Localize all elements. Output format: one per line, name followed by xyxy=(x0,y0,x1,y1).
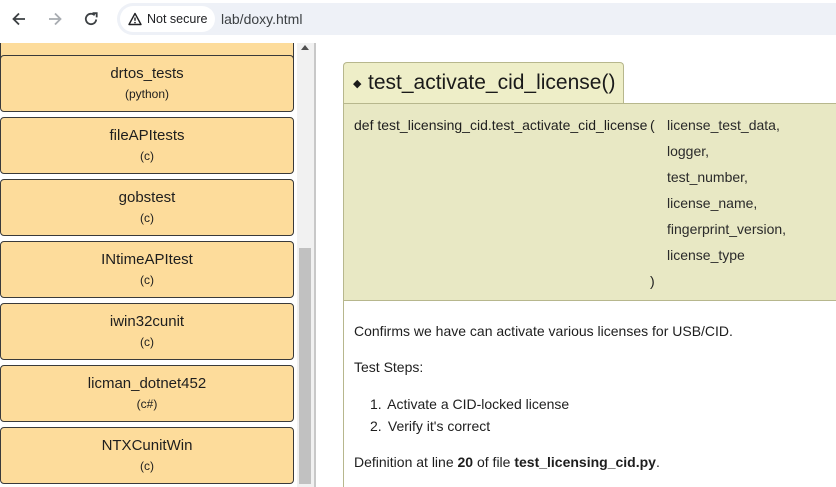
param-license-type: license_type xyxy=(667,247,745,263)
nav-item-name: INtimeAPItest xyxy=(101,251,193,268)
member-title: test_activate_cid_license() xyxy=(368,71,616,94)
forward-arrow-icon xyxy=(49,12,62,26)
reload-button[interactable] xyxy=(78,6,104,32)
param-fingerprint-version: fingerprint_version, xyxy=(667,221,787,237)
param-license-test-data: license_test_data, xyxy=(667,117,780,133)
back-button[interactable] xyxy=(6,6,32,32)
nav-item-name: drtos_tests xyxy=(110,65,184,82)
nav-item-lang: (python) xyxy=(124,87,170,101)
nav-item-ntxcunitwin[interactable]: NTXCunitWin (c) xyxy=(0,427,294,484)
nav-item-lang: (c) xyxy=(140,149,154,163)
scrollbar-thumb[interactable] xyxy=(299,248,311,484)
url-text[interactable]: lab/doxy.html xyxy=(221,11,302,27)
nav-item-lang: (c#) xyxy=(136,397,158,411)
site-security-chip[interactable]: Not secure xyxy=(120,6,216,32)
definition-line-number[interactable]: 20 xyxy=(458,454,474,470)
nav-item-drtos-tests[interactable]: drtos_tests (python) xyxy=(0,55,294,112)
diamond-bullet-icon: ◆ xyxy=(353,78,362,90)
nav-item-gobstest[interactable]: gobstest (c) xyxy=(0,179,294,236)
open-paren: ( xyxy=(650,117,655,133)
warning-icon xyxy=(128,12,142,26)
nav-item-name: gobstest xyxy=(118,189,176,206)
nav-pane: drtos_tests (python) fileAPItests (c) go… xyxy=(0,43,316,487)
nav-item-name: iwin32cunit xyxy=(109,313,185,330)
security-label: Not secure xyxy=(147,12,208,26)
steps-heading: Test Steps: xyxy=(354,359,424,375)
nav-item-lang: (c) xyxy=(140,273,154,287)
nav-scrollbar[interactable] xyxy=(297,43,314,487)
nav-item-iwin32cunit[interactable]: iwin32cunit (c) xyxy=(0,303,294,360)
back-arrow-icon xyxy=(12,12,25,26)
definition-file-link[interactable]: test_licensing_cid.py xyxy=(514,454,656,470)
browser-toolbar: Not secure lab/doxy.html xyxy=(0,0,836,38)
nav-item-name: fileAPItests xyxy=(109,127,185,144)
nav-item-lang: (c) xyxy=(140,211,154,225)
main-content: ◆ test_activate_cid_license() def test_l… xyxy=(316,43,836,487)
prototype-signature: def test_licensing_cid.test_activate_cid… xyxy=(354,117,648,133)
param-license-name: license_name, xyxy=(667,195,758,211)
nav-item-name: licman_dotnet452 xyxy=(87,375,207,392)
nav-item-name: NTXCunitWin xyxy=(101,437,193,454)
member-title-tab: ◆ test_activate_cid_license() xyxy=(343,62,624,104)
nav-item-intimeapitest[interactable]: INtimeAPItest (c) xyxy=(0,241,294,298)
nav-item-lang: (c) xyxy=(140,335,154,349)
param-test-number: test_number, xyxy=(667,169,748,185)
definition-line: Definition at line 20 of file test_licen… xyxy=(354,454,660,470)
reload-icon xyxy=(84,12,98,26)
member-prototype: def test_licensing_cid.test_activate_cid… xyxy=(343,103,836,301)
member-documentation: Confirms we have can activate various li… xyxy=(343,301,836,487)
close-paren: ) xyxy=(650,273,655,289)
address-bar[interactable]: Not secure lab/doxy.html xyxy=(117,3,836,35)
list-item: 1. Activate a CID-locked license xyxy=(370,396,570,412)
nav-item-licman-dotnet452[interactable]: licman_dotnet452 (c#) xyxy=(0,365,294,422)
nav-item-fileapitests[interactable]: fileAPItests (c) xyxy=(0,117,294,174)
param-logger: logger, xyxy=(667,143,710,159)
list-item: 2. Verify it's correct xyxy=(370,418,491,434)
test-steps-list: 1. Activate a CID-locked license 2. Veri… xyxy=(370,393,569,437)
description-text: Confirms we have can activate various li… xyxy=(354,323,733,339)
nav-item-lang: (c) xyxy=(140,459,154,473)
scroll-up-arrow-icon[interactable] xyxy=(301,45,309,50)
forward-button[interactable] xyxy=(42,6,68,32)
